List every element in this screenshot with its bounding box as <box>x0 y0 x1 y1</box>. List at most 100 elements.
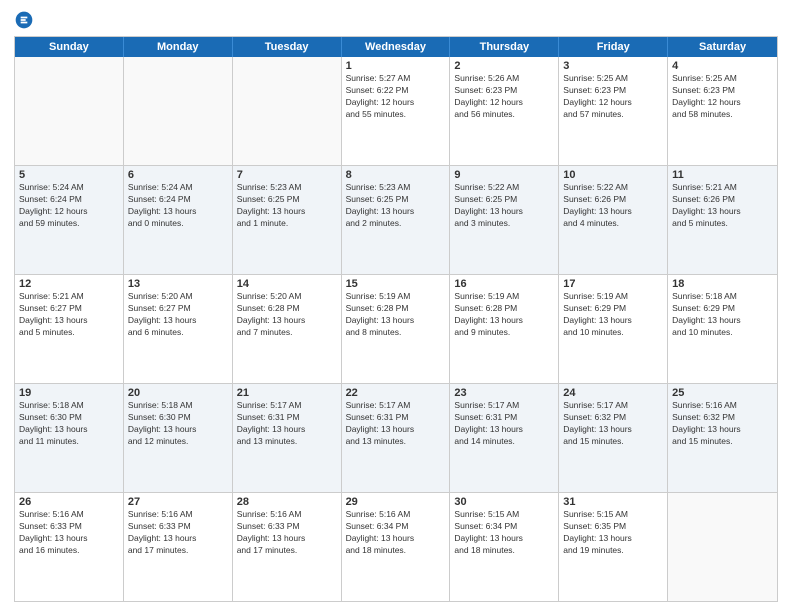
day-number: 25 <box>672 387 773 399</box>
calendar-day-10: 10Sunrise: 5:22 AM Sunset: 6:26 PM Dayli… <box>559 166 668 274</box>
day-number: 16 <box>454 278 554 290</box>
calendar-day-24: 24Sunrise: 5:17 AM Sunset: 6:32 PM Dayli… <box>559 384 668 492</box>
header-cell-saturday: Saturday <box>668 37 777 57</box>
calendar-day-4: 4Sunrise: 5:25 AM Sunset: 6:23 PM Daylig… <box>668 57 777 165</box>
day-number: 18 <box>672 278 773 290</box>
day-number: 4 <box>672 60 773 72</box>
calendar-day-22: 22Sunrise: 5:17 AM Sunset: 6:31 PM Dayli… <box>342 384 451 492</box>
calendar-day-31: 31Sunrise: 5:15 AM Sunset: 6:35 PM Dayli… <box>559 493 668 601</box>
cell-info: Sunrise: 5:26 AM Sunset: 6:23 PM Dayligh… <box>454 73 554 121</box>
day-number: 29 <box>346 496 446 508</box>
day-number: 13 <box>128 278 228 290</box>
day-number: 11 <box>672 169 773 181</box>
day-number: 17 <box>563 278 663 290</box>
day-number: 5 <box>19 169 119 181</box>
calendar-row: 5Sunrise: 5:24 AM Sunset: 6:24 PM Daylig… <box>15 166 777 275</box>
day-number: 2 <box>454 60 554 72</box>
day-number: 14 <box>237 278 337 290</box>
calendar-day-14: 14Sunrise: 5:20 AM Sunset: 6:28 PM Dayli… <box>233 275 342 383</box>
header-cell-monday: Monday <box>124 37 233 57</box>
cell-info: Sunrise: 5:15 AM Sunset: 6:34 PM Dayligh… <box>454 509 554 557</box>
calendar-day-16: 16Sunrise: 5:19 AM Sunset: 6:28 PM Dayli… <box>450 275 559 383</box>
calendar-day-7: 7Sunrise: 5:23 AM Sunset: 6:25 PM Daylig… <box>233 166 342 274</box>
day-number: 21 <box>237 387 337 399</box>
header-cell-thursday: Thursday <box>450 37 559 57</box>
calendar-day-18: 18Sunrise: 5:18 AM Sunset: 6:29 PM Dayli… <box>668 275 777 383</box>
cell-info: Sunrise: 5:18 AM Sunset: 6:30 PM Dayligh… <box>19 400 119 448</box>
day-number: 31 <box>563 496 663 508</box>
calendar-header: SundayMondayTuesdayWednesdayThursdayFrid… <box>15 37 777 57</box>
cell-info: Sunrise: 5:16 AM Sunset: 6:33 PM Dayligh… <box>128 509 228 557</box>
cell-info: Sunrise: 5:19 AM Sunset: 6:28 PM Dayligh… <box>454 291 554 339</box>
logo-text <box>14 10 38 30</box>
day-number: 7 <box>237 169 337 181</box>
calendar-day-25: 25Sunrise: 5:16 AM Sunset: 6:32 PM Dayli… <box>668 384 777 492</box>
day-number: 9 <box>454 169 554 181</box>
calendar-row: 19Sunrise: 5:18 AM Sunset: 6:30 PM Dayli… <box>15 384 777 493</box>
calendar-day-5: 5Sunrise: 5:24 AM Sunset: 6:24 PM Daylig… <box>15 166 124 274</box>
calendar-day-13: 13Sunrise: 5:20 AM Sunset: 6:27 PM Dayli… <box>124 275 233 383</box>
cell-info: Sunrise: 5:19 AM Sunset: 6:29 PM Dayligh… <box>563 291 663 339</box>
day-number: 8 <box>346 169 446 181</box>
cell-info: Sunrise: 5:21 AM Sunset: 6:27 PM Dayligh… <box>19 291 119 339</box>
cell-info: Sunrise: 5:18 AM Sunset: 6:29 PM Dayligh… <box>672 291 773 339</box>
cell-info: Sunrise: 5:22 AM Sunset: 6:25 PM Dayligh… <box>454 182 554 230</box>
calendar-empty <box>15 57 124 165</box>
cell-info: Sunrise: 5:18 AM Sunset: 6:30 PM Dayligh… <box>128 400 228 448</box>
calendar-day-11: 11Sunrise: 5:21 AM Sunset: 6:26 PM Dayli… <box>668 166 777 274</box>
cell-info: Sunrise: 5:25 AM Sunset: 6:23 PM Dayligh… <box>672 73 773 121</box>
day-number: 3 <box>563 60 663 72</box>
cell-info: Sunrise: 5:17 AM Sunset: 6:32 PM Dayligh… <box>563 400 663 448</box>
cell-info: Sunrise: 5:23 AM Sunset: 6:25 PM Dayligh… <box>346 182 446 230</box>
day-number: 10 <box>563 169 663 181</box>
calendar-empty <box>124 57 233 165</box>
cell-info: Sunrise: 5:22 AM Sunset: 6:26 PM Dayligh… <box>563 182 663 230</box>
calendar: SundayMondayTuesdayWednesdayThursdayFrid… <box>14 36 778 602</box>
calendar-day-17: 17Sunrise: 5:19 AM Sunset: 6:29 PM Dayli… <box>559 275 668 383</box>
calendar-day-12: 12Sunrise: 5:21 AM Sunset: 6:27 PM Dayli… <box>15 275 124 383</box>
cell-info: Sunrise: 5:20 AM Sunset: 6:27 PM Dayligh… <box>128 291 228 339</box>
day-number: 28 <box>237 496 337 508</box>
cell-info: Sunrise: 5:17 AM Sunset: 6:31 PM Dayligh… <box>454 400 554 448</box>
calendar-day-9: 9Sunrise: 5:22 AM Sunset: 6:25 PM Daylig… <box>450 166 559 274</box>
header <box>14 10 778 30</box>
header-cell-tuesday: Tuesday <box>233 37 342 57</box>
calendar-body: 1Sunrise: 5:27 AM Sunset: 6:22 PM Daylig… <box>15 57 777 601</box>
cell-info: Sunrise: 5:27 AM Sunset: 6:22 PM Dayligh… <box>346 73 446 121</box>
calendar-day-8: 8Sunrise: 5:23 AM Sunset: 6:25 PM Daylig… <box>342 166 451 274</box>
cell-info: Sunrise: 5:24 AM Sunset: 6:24 PM Dayligh… <box>19 182 119 230</box>
calendar-day-30: 30Sunrise: 5:15 AM Sunset: 6:34 PM Dayli… <box>450 493 559 601</box>
calendar-empty <box>233 57 342 165</box>
calendar-day-23: 23Sunrise: 5:17 AM Sunset: 6:31 PM Dayli… <box>450 384 559 492</box>
header-cell-wednesday: Wednesday <box>342 37 451 57</box>
day-number: 30 <box>454 496 554 508</box>
calendar-day-28: 28Sunrise: 5:16 AM Sunset: 6:33 PM Dayli… <box>233 493 342 601</box>
calendar-row: 1Sunrise: 5:27 AM Sunset: 6:22 PM Daylig… <box>15 57 777 166</box>
calendar-day-29: 29Sunrise: 5:16 AM Sunset: 6:34 PM Dayli… <box>342 493 451 601</box>
logo-area <box>14 10 38 30</box>
cell-info: Sunrise: 5:24 AM Sunset: 6:24 PM Dayligh… <box>128 182 228 230</box>
cell-info: Sunrise: 5:20 AM Sunset: 6:28 PM Dayligh… <box>237 291 337 339</box>
day-number: 15 <box>346 278 446 290</box>
cell-info: Sunrise: 5:17 AM Sunset: 6:31 PM Dayligh… <box>346 400 446 448</box>
day-number: 19 <box>19 387 119 399</box>
day-number: 24 <box>563 387 663 399</box>
day-number: 22 <box>346 387 446 399</box>
cell-info: Sunrise: 5:25 AM Sunset: 6:23 PM Dayligh… <box>563 73 663 121</box>
calendar-day-21: 21Sunrise: 5:17 AM Sunset: 6:31 PM Dayli… <box>233 384 342 492</box>
day-number: 12 <box>19 278 119 290</box>
calendar-day-26: 26Sunrise: 5:16 AM Sunset: 6:33 PM Dayli… <box>15 493 124 601</box>
calendar-empty <box>668 493 777 601</box>
cell-info: Sunrise: 5:16 AM Sunset: 6:34 PM Dayligh… <box>346 509 446 557</box>
header-cell-friday: Friday <box>559 37 668 57</box>
cell-info: Sunrise: 5:21 AM Sunset: 6:26 PM Dayligh… <box>672 182 773 230</box>
calendar-row: 12Sunrise: 5:21 AM Sunset: 6:27 PM Dayli… <box>15 275 777 384</box>
calendar-day-27: 27Sunrise: 5:16 AM Sunset: 6:33 PM Dayli… <box>124 493 233 601</box>
cell-info: Sunrise: 5:23 AM Sunset: 6:25 PM Dayligh… <box>237 182 337 230</box>
day-number: 27 <box>128 496 228 508</box>
cell-info: Sunrise: 5:16 AM Sunset: 6:33 PM Dayligh… <box>237 509 337 557</box>
cell-info: Sunrise: 5:16 AM Sunset: 6:33 PM Dayligh… <box>19 509 119 557</box>
page: SundayMondayTuesdayWednesdayThursdayFrid… <box>0 0 792 612</box>
day-number: 20 <box>128 387 228 399</box>
day-number: 6 <box>128 169 228 181</box>
